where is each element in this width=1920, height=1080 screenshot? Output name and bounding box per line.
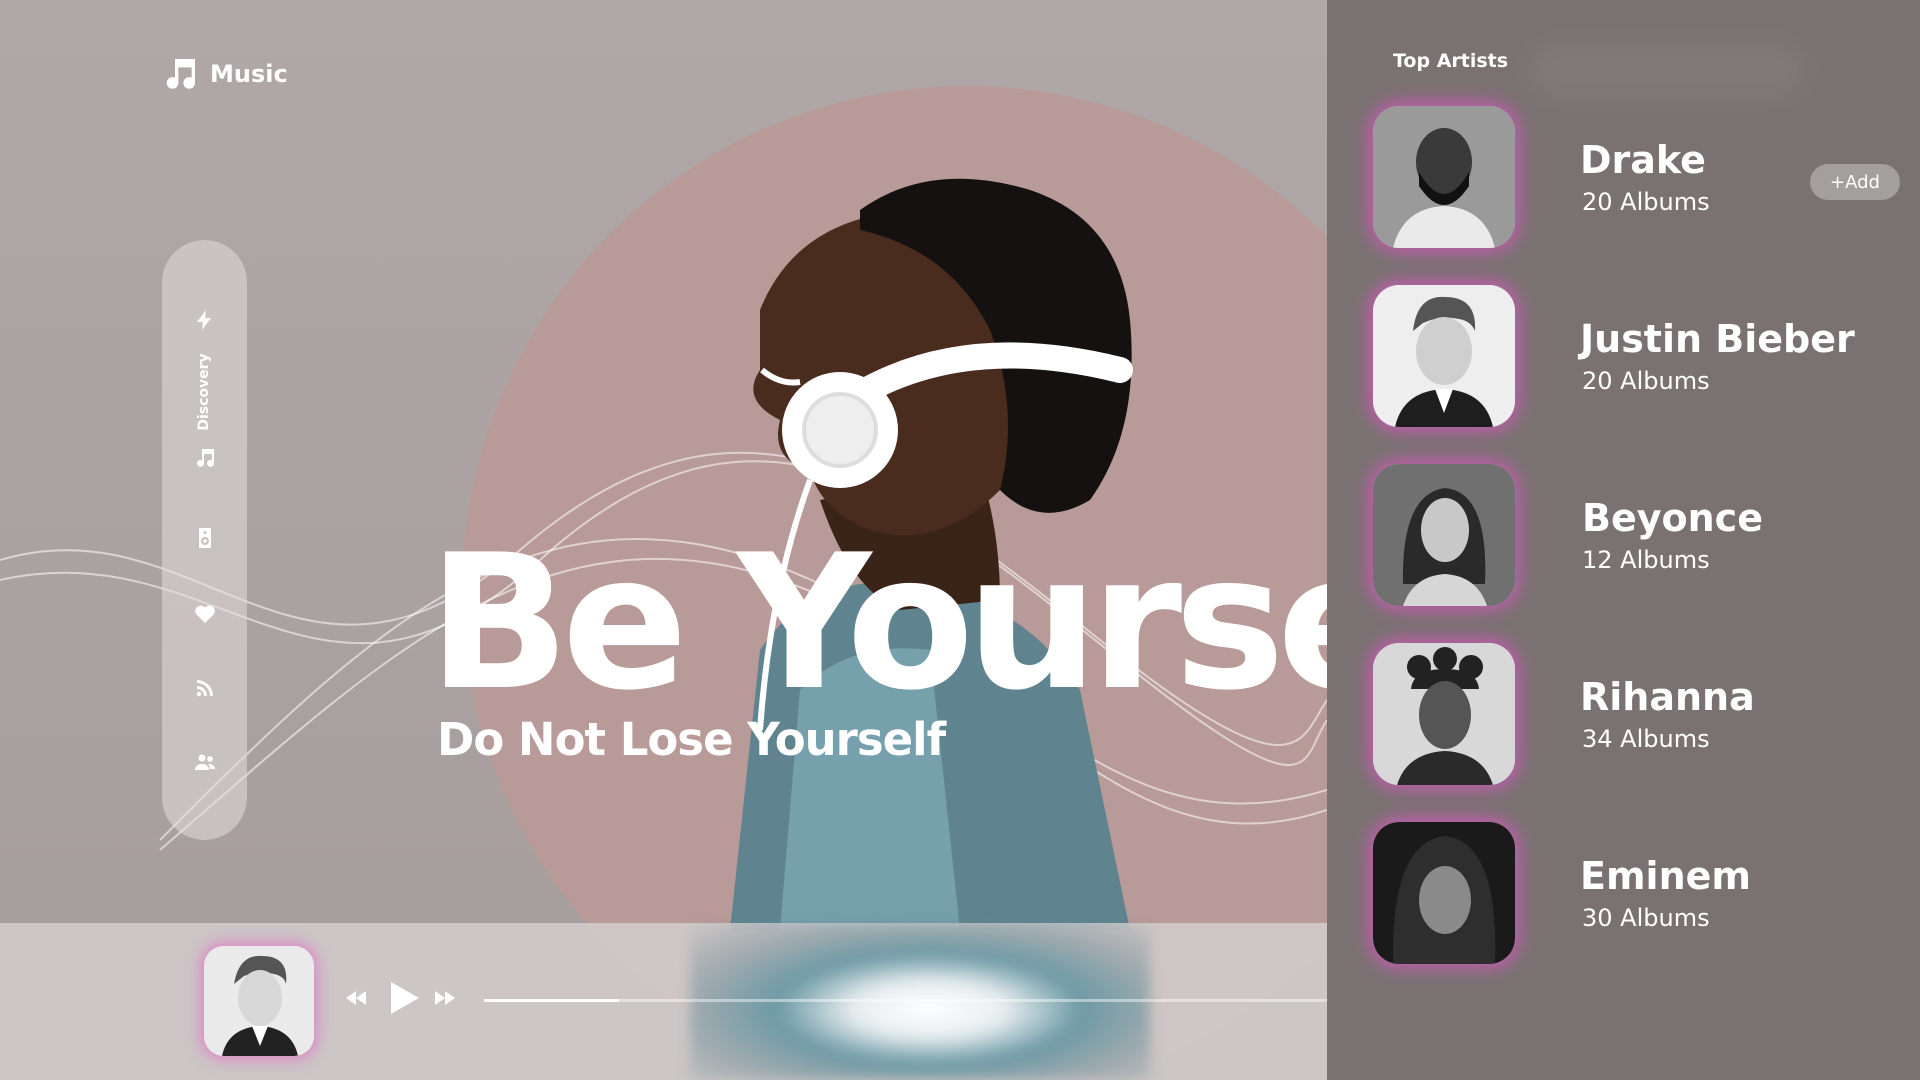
artist-portrait-icon (1373, 643, 1515, 785)
player-bar (0, 923, 1327, 1080)
progress-fill (484, 999, 619, 1002)
artist-portrait-icon (204, 946, 314, 1056)
hero-stage: Music Be Yourse Do Not Lose Yourself Dis… (0, 0, 1327, 1080)
users-icon (194, 754, 215, 770)
hero-subtitle: Do Not Lose Yourself (437, 713, 946, 766)
artist-photo (1373, 822, 1515, 964)
rss-icon (196, 680, 213, 697)
artist-albums: 30 Albums (1582, 904, 1710, 932)
artist-albums: 34 Albums (1582, 725, 1710, 753)
fast-forward-button[interactable] (434, 989, 456, 1011)
add-artist-button[interactable]: +Add (1810, 164, 1900, 200)
nav-friends[interactable] (162, 740, 247, 784)
rewind-icon (346, 991, 366, 1005)
music-note-icon (196, 449, 214, 467)
artist-item[interactable]: Justin Bieber 20 Albums (1373, 285, 1913, 427)
top-artists-panel: Top Artists Drake 20 Albums Justin Biebe… (1327, 0, 1920, 1080)
panel-title: Top Artists (1393, 50, 1509, 72)
brand[interactable]: Music (160, 54, 288, 94)
play-button[interactable] (389, 980, 421, 1020)
artist-albums: 12 Albums (1582, 546, 1710, 574)
artist-name: Drake (1580, 138, 1706, 182)
now-playing-thumbnail[interactable] (204, 946, 314, 1056)
nav-label-discovery[interactable]: Discovery (196, 353, 212, 430)
side-navigation: Discovery (162, 240, 247, 840)
nav-favorites[interactable] (162, 592, 247, 636)
artist-photo (1373, 285, 1515, 427)
artist-photo (1373, 464, 1515, 606)
brand-name: Music (210, 60, 288, 88)
nav-feed[interactable] (162, 666, 247, 710)
artist-portrait-icon (1373, 285, 1515, 427)
artist-name: Eminem (1580, 854, 1751, 898)
artist-photo (1373, 643, 1515, 785)
artist-portrait-icon (1373, 464, 1515, 606)
artist-albums: 20 Albums (1582, 188, 1710, 216)
heart-icon (194, 605, 215, 623)
artist-name: Justin Bieber (1580, 317, 1855, 361)
artist-item[interactable]: Eminem 30 Albums (1373, 822, 1913, 964)
artist-item[interactable]: Beyonce 12 Albums (1373, 464, 1913, 606)
artist-name: Rihanna (1580, 675, 1755, 719)
artist-item[interactable]: Rihanna 34 Albums (1373, 643, 1913, 785)
nav-speaker[interactable] (162, 516, 247, 560)
progress-bar[interactable] (484, 999, 1327, 1002)
artist-albums: 20 Albums (1582, 367, 1710, 395)
panel-glow (1527, 40, 1807, 100)
nav-music[interactable] (162, 436, 247, 480)
rewind-button[interactable] (345, 989, 367, 1011)
hero-title: Be Yourse (428, 514, 1327, 731)
artist-photo (1373, 106, 1515, 248)
artist-portrait-icon (1373, 106, 1515, 248)
artist-name: Beyonce (1582, 496, 1763, 540)
fast-forward-icon (435, 991, 455, 1005)
play-icon (391, 982, 419, 1014)
nav-lightning[interactable] (162, 298, 247, 342)
music-note-icon (166, 59, 196, 89)
lightning-icon (196, 310, 211, 330)
artist-portrait-icon (1373, 822, 1515, 964)
speaker-icon (198, 528, 211, 548)
